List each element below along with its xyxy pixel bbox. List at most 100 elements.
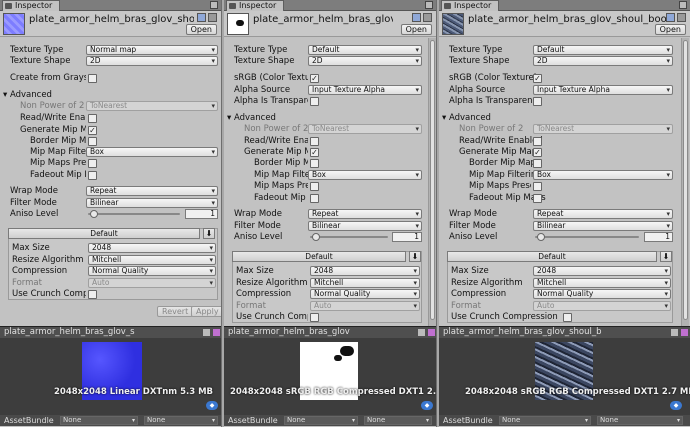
max-size-dropdown[interactable]: 2048	[310, 266, 420, 276]
assetbundle-variant-dropdown[interactable]: None	[597, 416, 683, 425]
inspector-tab[interactable]: Inspector	[2, 0, 61, 11]
menu-icon[interactable]	[425, 1, 433, 9]
aniso-slider[interactable]	[535, 231, 639, 243]
srgb-checkbox[interactable]: ✓	[533, 74, 542, 83]
resize-dropdown[interactable]: Mitchell	[88, 255, 216, 265]
open-button[interactable]: Open	[654, 24, 686, 35]
fadeout-checkbox[interactable]	[310, 194, 319, 203]
aniso-slider[interactable]	[88, 208, 180, 220]
generate-mip-checkbox[interactable]: ✓	[310, 148, 319, 157]
aniso-field[interactable]: 1	[185, 209, 218, 219]
settings-icon[interactable]	[423, 13, 432, 22]
inspector-tab[interactable]: Inspector	[441, 0, 500, 11]
help-icon[interactable]	[412, 13, 421, 22]
alpha-transparency-checkbox[interactable]	[533, 97, 542, 106]
aniso-level-label: Aniso Level	[234, 232, 283, 242]
assetbundle-label: AssetBundle	[228, 416, 278, 425]
alpha-toggle-icon[interactable]	[203, 329, 210, 336]
read-write-checkbox[interactable]	[533, 137, 542, 146]
read-write-checkbox[interactable]	[310, 137, 319, 146]
settings-icon[interactable]	[208, 13, 217, 22]
create-from-grayscale-checkbox[interactable]	[88, 74, 97, 83]
asset-header: plate_armor_helm_bras_glov_shoul_boo Ope…	[0, 11, 221, 37]
texture-type-dropdown[interactable]: Default	[308, 45, 422, 55]
texture-shape-dropdown[interactable]: 2D	[86, 56, 218, 66]
wrap-mode-dropdown[interactable]: Repeat	[86, 186, 218, 196]
texture-type-dropdown[interactable]: Default	[533, 45, 673, 55]
aniso-field[interactable]: 1	[392, 232, 422, 242]
border-mip-checkbox[interactable]	[88, 137, 97, 146]
help-icon[interactable]	[666, 13, 675, 22]
texture-shape-dropdown[interactable]: 2D	[308, 56, 422, 66]
mip-filter-dropdown[interactable]: Box	[86, 147, 218, 157]
compression-dropdown[interactable]: Normal Quality	[533, 289, 671, 299]
mipmaps-preserve-checkbox[interactable]	[310, 182, 319, 191]
alpha-transparency-checkbox[interactable]	[310, 97, 319, 106]
crunch-checkbox[interactable]	[563, 313, 572, 322]
open-button[interactable]: Open	[185, 24, 217, 35]
platform-tab-default[interactable]: Default	[8, 228, 200, 239]
border-mip-checkbox[interactable]	[533, 159, 542, 168]
channel-icon[interactable]	[428, 329, 435, 336]
help-icon[interactable]	[197, 13, 206, 22]
assetbundle-variant-dropdown[interactable]: None	[144, 416, 218, 425]
alpha-source-dropdown[interactable]: Input Texture Alpha	[308, 85, 422, 95]
alpha-source-dropdown[interactable]: Input Texture Alpha	[533, 85, 673, 95]
compression-dropdown[interactable]: Normal Quality	[310, 289, 420, 299]
generate-mip-checkbox[interactable]: ✓	[533, 148, 542, 157]
format-dropdown: Auto	[310, 301, 420, 311]
download-icon[interactable]: ⬇	[660, 251, 672, 262]
download-icon[interactable]: ⬇	[203, 228, 215, 239]
assetbundle-name-dropdown[interactable]: None	[60, 416, 138, 425]
aniso-slider[interactable]	[310, 231, 388, 243]
settings-icon[interactable]	[677, 13, 686, 22]
fadeout-checkbox[interactable]	[533, 194, 542, 203]
format-dropdown: Auto	[533, 301, 671, 311]
texture-type-dropdown[interactable]: Normal map	[86, 45, 218, 55]
filter-mode-dropdown[interactable]: Bilinear	[308, 221, 422, 231]
mipmaps-preserve-checkbox[interactable]	[88, 159, 97, 168]
assetbundle-variant-dropdown[interactable]: None	[364, 416, 432, 425]
mip-filter-dropdown[interactable]: Box	[308, 170, 422, 180]
platform-tab-default[interactable]: Default	[232, 251, 406, 262]
generate-mip-checkbox[interactable]: ✓	[88, 126, 97, 135]
filter-mode-dropdown[interactable]: Bilinear	[533, 221, 673, 231]
mip-filter-dropdown[interactable]: Box	[533, 170, 673, 180]
wrap-mode-dropdown[interactable]: Repeat	[533, 209, 673, 219]
texture-shape-dropdown[interactable]: 2D	[533, 56, 673, 66]
assetbundle-label: AssetBundle	[443, 416, 493, 425]
alpha-toggle-icon[interactable]	[671, 329, 678, 336]
srgb-checkbox[interactable]: ✓	[310, 74, 319, 83]
resize-dropdown[interactable]: Mitchell	[310, 278, 420, 288]
inspector-tab-icon	[444, 3, 451, 9]
inspector-tab[interactable]: Inspector	[226, 0, 285, 11]
assetbundle-name-dropdown[interactable]: None	[499, 416, 591, 425]
filter-mode-dropdown[interactable]: Bilinear	[86, 198, 218, 208]
aniso-field[interactable]: 1	[644, 232, 673, 242]
texture-preview: 2048x2048 sRGB RGB Compressed DXT1 2.7 M…	[224, 338, 436, 415]
assetbundle-name-dropdown[interactable]: None	[284, 416, 358, 425]
border-mip-checkbox[interactable]	[310, 159, 319, 168]
resize-dropdown[interactable]: Mitchell	[533, 278, 671, 288]
crunch-checkbox[interactable]	[88, 290, 97, 299]
alpha-toggle-icon[interactable]	[418, 329, 425, 336]
platform-tab-default[interactable]: Default	[447, 251, 657, 262]
wrap-mode-dropdown[interactable]: Repeat	[308, 209, 422, 219]
menu-icon[interactable]	[679, 1, 687, 9]
download-icon[interactable]: ⬇	[409, 251, 421, 262]
channel-icon[interactable]	[213, 329, 220, 336]
revert-button[interactable]: Revert	[157, 306, 194, 317]
max-size-dropdown[interactable]: 2048	[533, 266, 671, 276]
menu-icon[interactable]	[210, 1, 218, 9]
compression-dropdown[interactable]: Normal Quality	[88, 266, 216, 276]
fadeout-checkbox[interactable]	[88, 171, 97, 180]
apply-button[interactable]: Apply	[191, 306, 221, 317]
inspector-scrollbar[interactable]	[428, 38, 436, 326]
inspector-scrollbar[interactable]	[681, 38, 689, 326]
max-size-dropdown[interactable]: 2048	[88, 243, 216, 253]
open-button[interactable]: Open	[400, 24, 432, 35]
channel-icon[interactable]	[681, 329, 688, 336]
read-write-checkbox[interactable]	[88, 114, 97, 123]
crunch-checkbox[interactable]	[310, 313, 319, 322]
mipmaps-preserve-checkbox[interactable]	[533, 182, 542, 191]
